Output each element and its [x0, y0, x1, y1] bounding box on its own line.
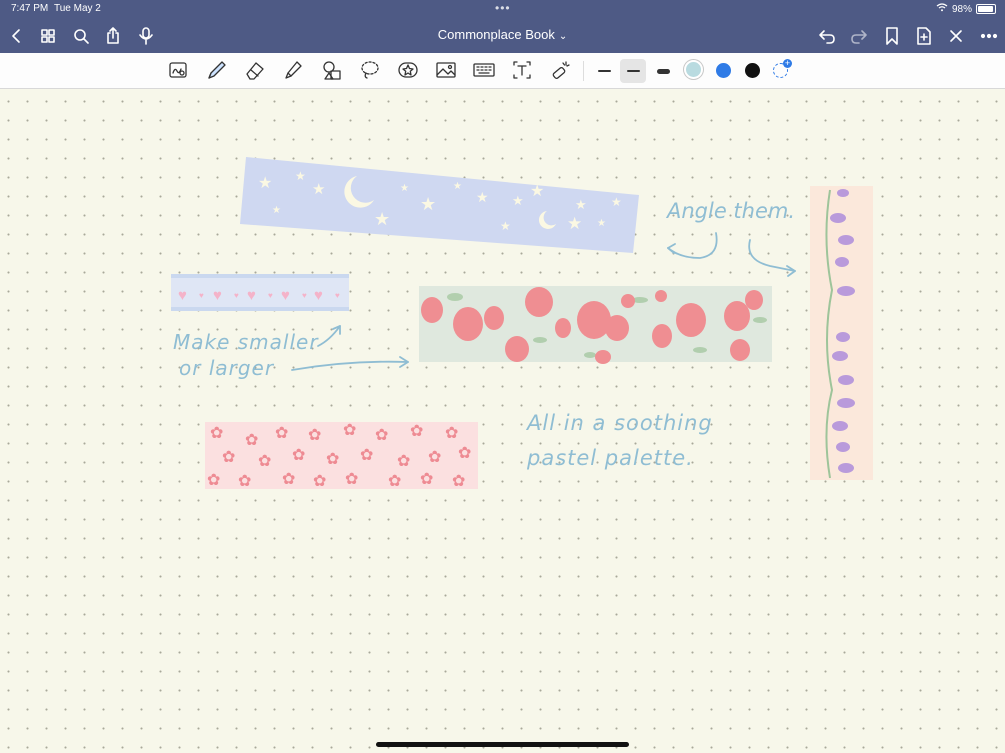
- svg-text:✿: ✿: [410, 423, 423, 440]
- svg-text:✿: ✿: [238, 473, 251, 490]
- svg-text:✿: ✿: [282, 471, 295, 488]
- svg-text:★: ★: [575, 197, 587, 212]
- svg-text:✿: ✿: [326, 451, 339, 468]
- svg-text:♥: ♥: [268, 291, 273, 300]
- svg-text:★: ★: [530, 183, 544, 200]
- annotation-resize-line1: Make smaller: [173, 330, 319, 354]
- svg-text:✿: ✿: [375, 427, 388, 444]
- home-indicator[interactable]: [376, 742, 629, 747]
- washi-tape-flowers[interactable]: ✿ ✿ ✿ ✿ ✿ ✿ ✿ ✿ ✿ ✿ ✿ ✿ ✿ ✿ ✿ ✿ ✿ ✿ ✿ ✿ ✿ ✿ ✿ ✿: [205, 422, 478, 490]
- svg-text:★: ★: [374, 209, 390, 229]
- svg-text:✿: ✿: [292, 447, 305, 464]
- annotation-angle-them: Angle them.: [667, 199, 796, 223]
- svg-text:♥: ♥: [281, 287, 290, 304]
- svg-text:♥: ♥: [335, 291, 340, 300]
- annotation-palette-line2: pastel palette.: [527, 446, 694, 470]
- svg-text:✿: ✿: [275, 425, 288, 442]
- svg-text:✿: ✿: [388, 473, 401, 490]
- svg-text:✿: ✿: [397, 453, 410, 470]
- svg-text:★: ★: [476, 189, 489, 205]
- annotation-palette-line1: All in a soothing: [527, 411, 713, 435]
- svg-text:✿: ✿: [452, 473, 465, 490]
- svg-text:✿: ✿: [308, 427, 321, 444]
- svg-text:♥: ♥: [314, 287, 323, 304]
- svg-text:✿: ✿: [313, 473, 326, 490]
- svg-text:♥: ♥: [247, 287, 256, 304]
- svg-text:✿: ✿: [258, 453, 271, 470]
- washi-tape-stars[interactable]: ★ ★ ★★ ★★ ★★ ★★ ★★ ★★ ★★: [240, 157, 639, 253]
- svg-text:★: ★: [400, 183, 409, 194]
- svg-text:♥: ♥: [302, 291, 307, 300]
- svg-text:✿: ✿: [458, 445, 471, 462]
- svg-text:✿: ✿: [207, 472, 220, 489]
- arrow-to-hearts-tape: [317, 325, 341, 347]
- svg-text:★: ★: [272, 205, 281, 216]
- svg-text:★: ★: [512, 193, 524, 208]
- washi-tape-hearts[interactable]: ♥ ♥ ♥ ♥ ♥ ♥ ♥ ♥ ♥ ♥: [171, 274, 349, 311]
- svg-text:★: ★: [597, 218, 606, 229]
- washi-tape-layer: ★ ★ ★★ ★★ ★★ ★★ ★★ ★★ ★★ ♥ ♥ ♥ ♥ ♥ ♥ ♥ ♥ ♥ ♥: [171, 157, 873, 490]
- svg-text:✿: ✿: [360, 447, 373, 464]
- svg-text:♥: ♥: [213, 287, 222, 304]
- svg-text:★: ★: [295, 169, 306, 183]
- arrow-to-stars-tape: [667, 232, 718, 259]
- svg-text:★: ★: [420, 194, 436, 214]
- svg-text:★: ★: [500, 219, 511, 233]
- svg-text:♥: ♥: [199, 291, 204, 300]
- svg-text:✿: ✿: [420, 471, 433, 488]
- svg-text:★: ★: [611, 195, 622, 209]
- svg-text:♥: ♥: [234, 291, 239, 300]
- svg-text:★: ★: [567, 214, 582, 233]
- svg-text:★: ★: [453, 181, 462, 192]
- svg-text:♥: ♥: [178, 287, 187, 304]
- washi-tape-lavender[interactable]: [810, 186, 873, 480]
- annotation-resize-line2: or larger: [179, 356, 275, 380]
- svg-text:✿: ✿: [428, 449, 441, 466]
- svg-text:★: ★: [258, 175, 272, 192]
- svg-text:✿: ✿: [445, 425, 458, 442]
- svg-text:✿: ✿: [345, 471, 358, 488]
- washi-tape-strawberries[interactable]: [419, 286, 772, 364]
- svg-text:✿: ✿: [222, 449, 235, 466]
- svg-text:✿: ✿: [210, 425, 223, 442]
- svg-text:✿: ✿: [343, 422, 356, 439]
- svg-text:✿: ✿: [245, 432, 258, 449]
- svg-text:★: ★: [312, 181, 325, 198]
- arrow-to-strawberry-tape: [291, 360, 409, 371]
